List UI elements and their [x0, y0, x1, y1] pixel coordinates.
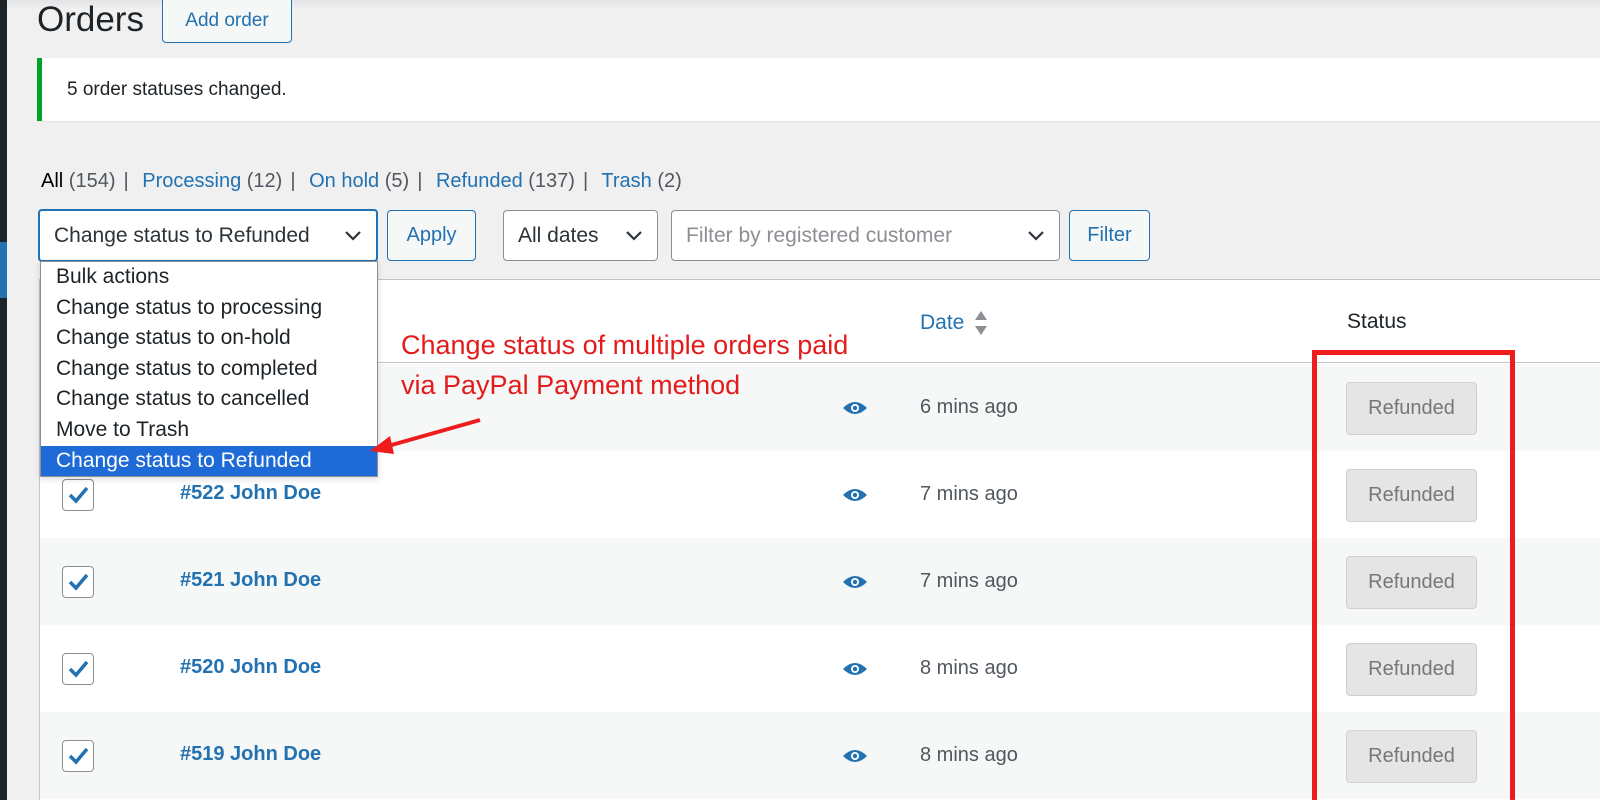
bulk-option-bulk-actions[interactable]: Bulk actions: [41, 262, 377, 293]
chevron-down-icon: [1028, 230, 1044, 241]
bulk-option-cancelled[interactable]: Change status to cancelled: [41, 384, 377, 415]
eye-icon[interactable]: [842, 746, 868, 766]
order-link[interactable]: #521 John Doe: [180, 569, 321, 592]
view-processing-count: (12): [246, 170, 283, 192]
order-date: 7 mins ago: [920, 483, 1018, 505]
view-on-hold[interactable]: On hold: [309, 170, 379, 192]
view-trash[interactable]: Trash: [601, 170, 651, 192]
view-on-hold-count: (5): [384, 170, 410, 192]
checkmark-icon: [68, 747, 89, 765]
status-column-header: Status: [1347, 310, 1407, 333]
view-all[interactable]: All: [41, 170, 63, 192]
bulk-option-on-hold[interactable]: Change status to on-hold: [41, 323, 377, 354]
sidebar-active-indicator: [0, 242, 7, 298]
eye-icon[interactable]: [842, 485, 868, 505]
bulk-option-processing[interactable]: Change status to processing: [41, 293, 377, 324]
order-link[interactable]: #519 John Doe: [180, 743, 321, 766]
order-date: 7 mins ago: [920, 570, 1018, 592]
notice-message: 5 order statuses changed.: [67, 79, 287, 100]
date-column-header[interactable]: Date: [920, 310, 988, 336]
order-date: 8 mins ago: [920, 744, 1018, 766]
customer-filter-placeholder: Filter by registered customer: [686, 223, 953, 247]
row-checkbox[interactable]: [62, 566, 94, 598]
view-trash-count: (2): [657, 170, 682, 192]
checkmark-icon: [68, 660, 89, 678]
bulk-actions-dropdown: Bulk actions Change status to processing…: [40, 261, 378, 477]
row-checkbox[interactable]: [62, 740, 94, 772]
order-link[interactable]: #522 John Doe: [180, 482, 321, 505]
order-date: 6 mins ago: [920, 396, 1018, 418]
filter-button[interactable]: Filter: [1069, 210, 1150, 261]
status-highlight-box: [1312, 350, 1515, 800]
order-link[interactable]: #520 John Doe: [180, 656, 321, 679]
row-checkbox[interactable]: [62, 653, 94, 685]
apply-button[interactable]: Apply: [387, 210, 476, 261]
admin-sidebar-edge: [0, 0, 7, 800]
page-title: Orders: [37, 0, 144, 39]
dates-value: All dates: [518, 223, 599, 247]
row-checkbox[interactable]: [62, 479, 94, 511]
bulk-actions-select[interactable]: Change status to Refunded: [38, 209, 378, 262]
eye-icon[interactable]: [842, 659, 868, 679]
view-refunded[interactable]: Refunded: [436, 170, 523, 192]
date-header-label: Date: [920, 311, 965, 334]
view-all-count: (154): [68, 170, 116, 192]
annotation-arrow-icon: [370, 418, 481, 454]
checkmark-icon: [68, 573, 89, 591]
view-processing[interactable]: Processing: [142, 170, 241, 192]
annotation-text: Change status of multiple orders paid vi…: [401, 325, 921, 405]
success-notice: 5 order statuses changed.: [37, 58, 1600, 121]
bulk-actions-value: Change status to Refunded: [54, 223, 310, 247]
eye-icon[interactable]: [842, 572, 868, 592]
dates-select[interactable]: All dates: [503, 210, 658, 261]
add-order-button[interactable]: Add order: [162, 0, 292, 43]
bulk-option-completed[interactable]: Change status to completed: [41, 354, 377, 385]
annotation-line-1: Change status of multiple orders paid: [401, 330, 849, 360]
view-refunded-count: (137): [528, 170, 575, 192]
chevron-down-icon: [345, 230, 361, 241]
chevron-down-icon: [626, 230, 642, 241]
order-date: 8 mins ago: [920, 657, 1018, 679]
annotation-line-2: via PayPal Payment method: [401, 370, 741, 400]
checkmark-icon: [68, 486, 89, 504]
sort-arrows-icon: [975, 311, 988, 335]
customer-filter-select[interactable]: Filter by registered customer: [671, 210, 1060, 261]
bulk-option-refunded[interactable]: Change status to Refunded: [41, 445, 377, 477]
bulk-option-trash[interactable]: Move to Trash: [41, 415, 377, 446]
order-status-views: All (154) | Processing (12) | On hold (5) |…: [41, 170, 682, 192]
